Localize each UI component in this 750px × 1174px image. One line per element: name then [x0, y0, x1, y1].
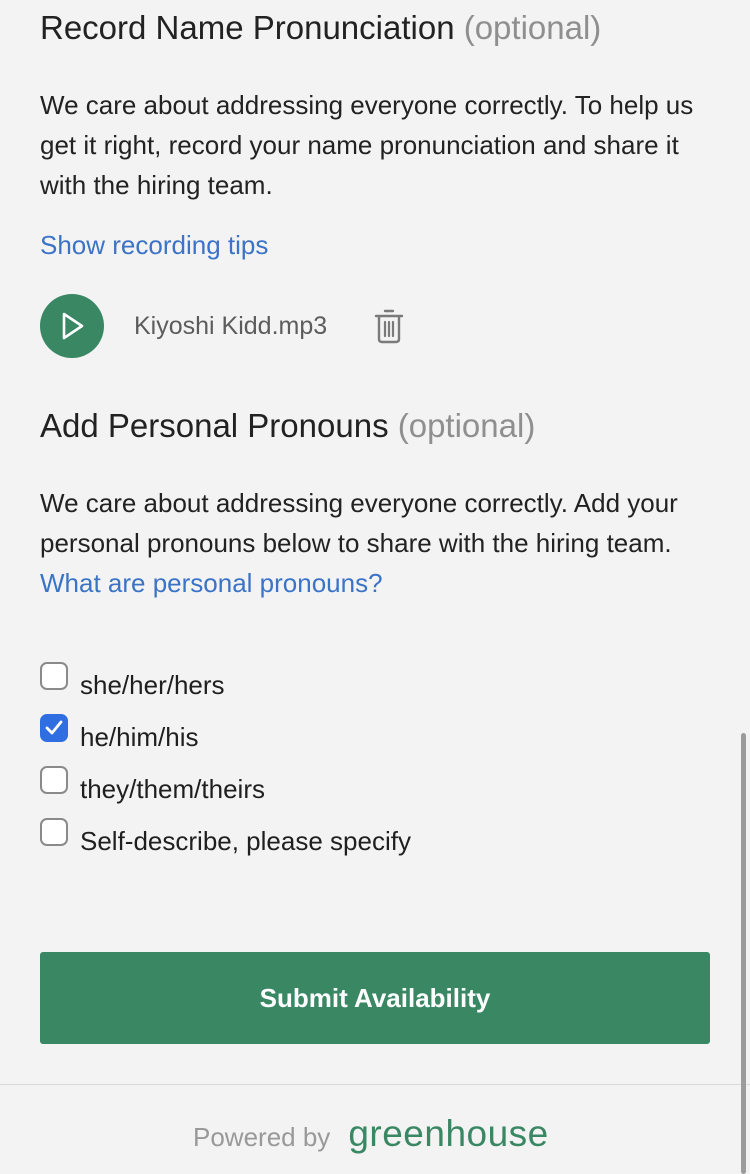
recording-file-name: Kiyoshi Kidd.mp3	[134, 311, 328, 340]
checkbox-label: she/her/hers	[80, 669, 225, 700]
what-are-pronouns-link[interactable]: What are personal pronouns?	[40, 568, 383, 598]
audio-recording-row: Kiyoshi Kidd.mp3	[40, 294, 405, 358]
pronoun-options: she/her/hers he/him/his they/them/theirs…	[40, 652, 411, 868]
pronouns-description: We care about addressing everyone correc…	[40, 483, 712, 603]
show-recording-tips-link[interactable]: Show recording tips	[40, 225, 268, 265]
greenhouse-logo[interactable]: greenhouse	[348, 1113, 548, 1155]
pronoun-option-he[interactable]: he/him/his	[40, 704, 411, 764]
checkbox-label: Self-describe, please specify	[80, 825, 411, 856]
footer: Powered by greenhouse	[193, 1113, 549, 1158]
powered-by-text: Powered by	[193, 1121, 331, 1152]
pronouns-title-text: Add Personal Pronouns	[40, 407, 389, 444]
optional-label: (optional)	[397, 407, 536, 444]
pronunciation-title-text: Record Name Pronunciation	[40, 9, 455, 46]
checkbox[interactable]	[40, 662, 68, 690]
pronunciation-description: We care about addressing everyone correc…	[40, 90, 694, 200]
play-icon	[62, 312, 84, 340]
checkbox[interactable]	[40, 818, 68, 846]
checkbox-label: he/him/his	[80, 721, 199, 752]
pronouns-section-title: Add Personal Pronouns (optional)	[40, 406, 535, 446]
pronoun-option-she[interactable]: she/her/hers	[40, 652, 411, 712]
pronoun-option-they[interactable]: they/them/theirs	[40, 756, 411, 816]
pronoun-option-self-describe[interactable]: Self-describe, please specify	[40, 808, 411, 868]
play-button[interactable]	[40, 294, 104, 358]
trash-icon	[374, 309, 404, 344]
scrollbar[interactable]	[741, 733, 746, 1174]
delete-recording-button[interactable]	[373, 308, 405, 344]
checkmark-icon	[45, 720, 63, 735]
pronunciation-section-title: Record Name Pronunciation (optional)	[40, 8, 601, 48]
checkbox-label: they/them/theirs	[80, 773, 265, 804]
checkbox[interactable]	[40, 766, 68, 794]
pronouns-description-text: We care about addressing everyone correc…	[40, 488, 678, 558]
submit-availability-button[interactable]: Submit Availability	[40, 952, 710, 1044]
checkbox-checked[interactable]	[40, 714, 68, 742]
footer-divider	[0, 1084, 750, 1085]
optional-label: (optional)	[463, 9, 602, 46]
